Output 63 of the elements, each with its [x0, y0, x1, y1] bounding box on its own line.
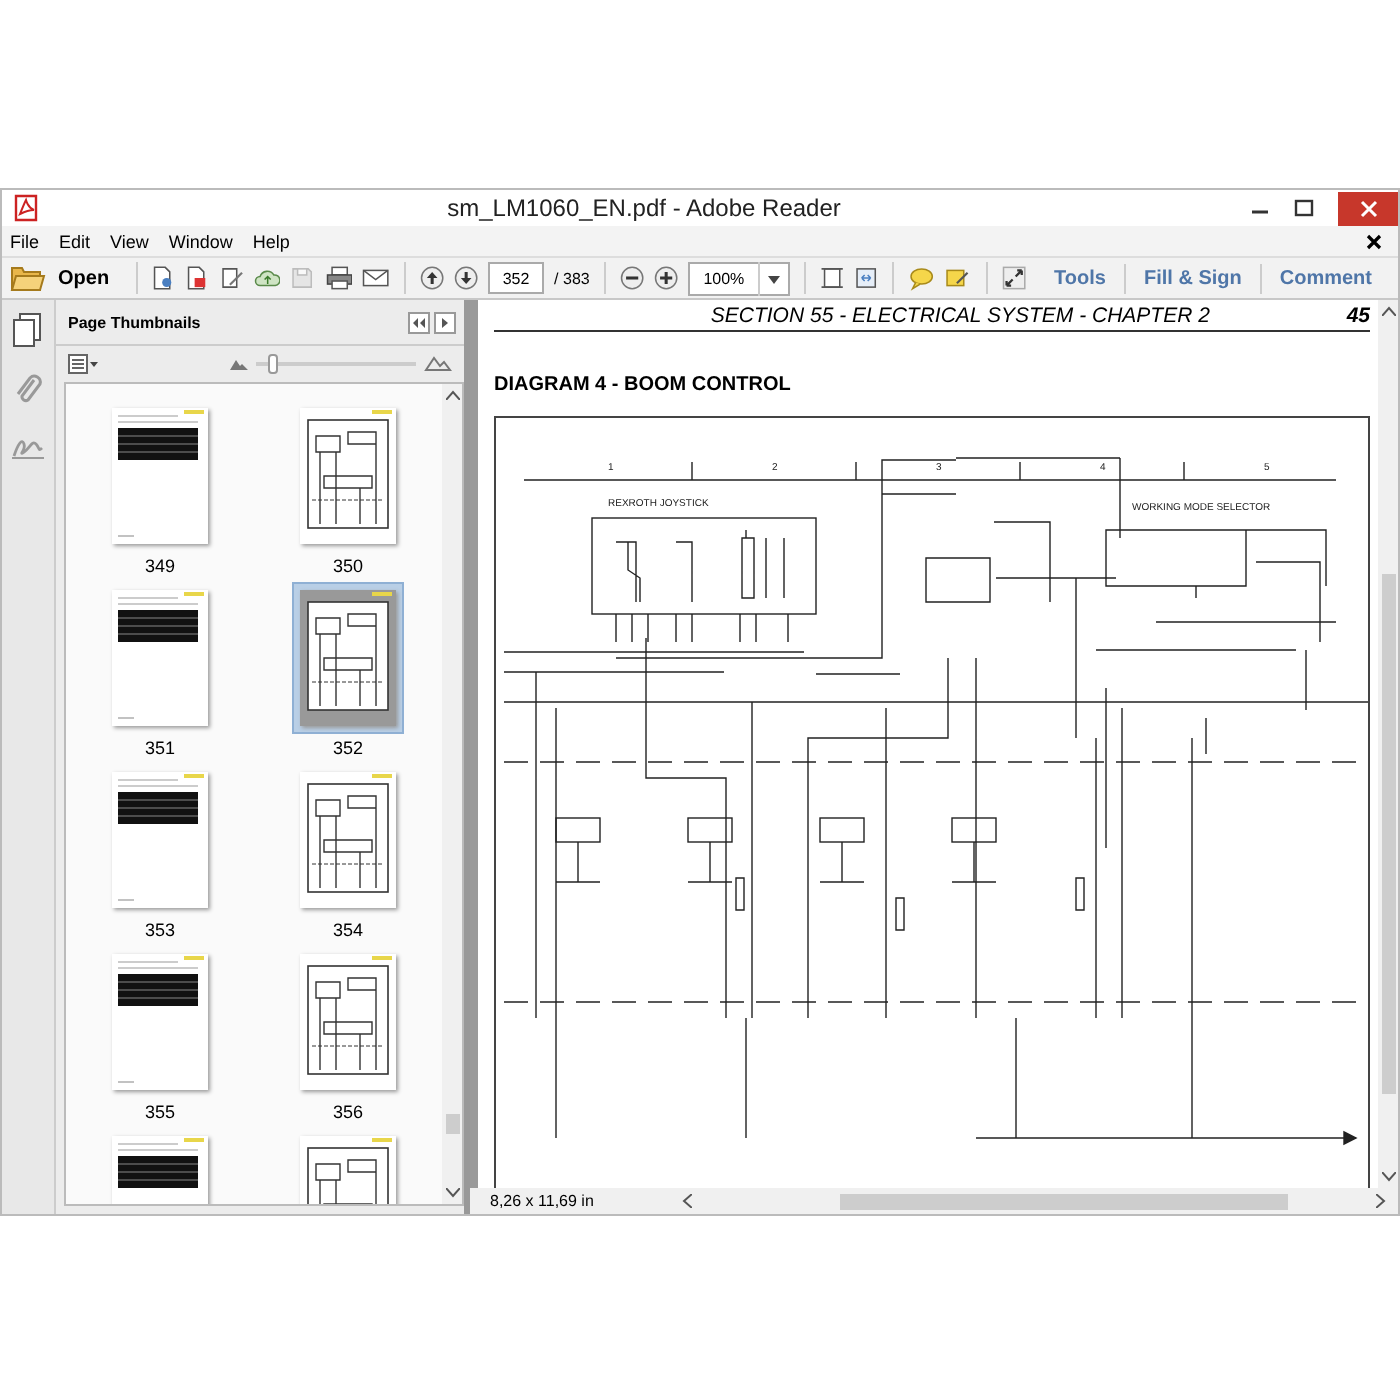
expand-icon[interactable] [1001, 262, 1027, 294]
page-number: 351 [144, 738, 176, 758]
diagram-heading: DIAGRAM 4 - BOOM CONTROL [494, 374, 793, 396]
fit-page-icon[interactable] [819, 262, 844, 294]
section-header: SECTION 55 - ELECTRICAL SYSTEM - CHAPTER 2 [708, 304, 1212, 328]
document-icon[interactable] [150, 262, 175, 294]
page-number-field[interactable]: 352 [488, 262, 545, 294]
menu-item[interactable]: Window [168, 231, 233, 251]
document-icon[interactable] [184, 262, 210, 294]
page-number: 45 [1346, 304, 1370, 328]
open-button[interactable]: Open [10, 264, 122, 292]
page-number: 353 [144, 920, 176, 940]
scrollbar[interactable] [442, 384, 462, 1204]
menu-item[interactable]: Edit [59, 231, 91, 251]
scroll-left-icon[interactable] [682, 1194, 692, 1208]
scroll-right-icon[interactable] [1376, 1194, 1386, 1208]
panel-link[interactable]: Comment [1261, 267, 1390, 289]
scroll-up-icon[interactable] [445, 390, 459, 400]
menu-item[interactable]: View [110, 231, 149, 251]
folder-icon [10, 264, 46, 292]
window-title: sm_LM1060_EN.pdf - Adobe Reader [445, 194, 843, 222]
menu-item[interactable]: Help [252, 231, 290, 251]
page-number: 350 [332, 556, 364, 576]
panel-title: Page Thumbnails [68, 313, 203, 331]
scroll-down-icon[interactable] [445, 1188, 459, 1198]
close-icon [1359, 199, 1377, 217]
close-button[interactable] [1338, 191, 1398, 225]
panel-link[interactable]: Tools [1036, 267, 1124, 289]
fit-width-icon[interactable] [853, 262, 878, 294]
scroll-thumb[interactable] [840, 1193, 1288, 1209]
large-mountain-icon [424, 356, 452, 372]
print-icon[interactable] [325, 262, 353, 294]
comment-icon[interactable] [907, 262, 935, 294]
scroll-thumb[interactable] [1381, 574, 1395, 1094]
scroll-thumb[interactable] [445, 1114, 459, 1134]
scrollbar[interactable] [1378, 300, 1398, 1188]
scroll-down-icon[interactable] [1381, 1172, 1395, 1182]
page-number: 349 [144, 556, 176, 576]
zoom-out-icon[interactable] [619, 262, 644, 294]
page-number: 356 [332, 1102, 364, 1122]
page-thumbnail[interactable] [292, 582, 404, 734]
page-size-label: 8,26 x 11,69 in [488, 1192, 596, 1210]
thumbnail-size-slider[interactable] [256, 354, 416, 374]
page-number: 352 [332, 738, 364, 758]
page-number: 355 [144, 1102, 176, 1122]
collapse-icon[interactable] [408, 311, 430, 333]
page-count: / 383 [554, 269, 590, 287]
options-icon[interactable] [68, 354, 100, 374]
maximize-icon[interactable] [1294, 198, 1314, 218]
small-mountain-icon [230, 358, 248, 370]
edit-icon[interactable] [219, 262, 244, 294]
menu-item[interactable]: File [10, 231, 40, 251]
page-number: 354 [332, 920, 364, 940]
scroll-up-icon[interactable] [1381, 306, 1395, 316]
zoom-dropdown[interactable]: 100% [687, 261, 790, 295]
pages-icon[interactable] [12, 312, 44, 348]
next-page-icon[interactable] [453, 262, 479, 294]
expand-icon[interactable] [434, 311, 456, 333]
paperclip-icon[interactable] [12, 372, 44, 408]
panel-link[interactable]: Fill & Sign [1125, 267, 1260, 289]
zoom-in-icon[interactable] [653, 262, 678, 294]
close-icon[interactable] [1366, 233, 1382, 249]
previous-page-icon[interactable] [419, 262, 444, 294]
